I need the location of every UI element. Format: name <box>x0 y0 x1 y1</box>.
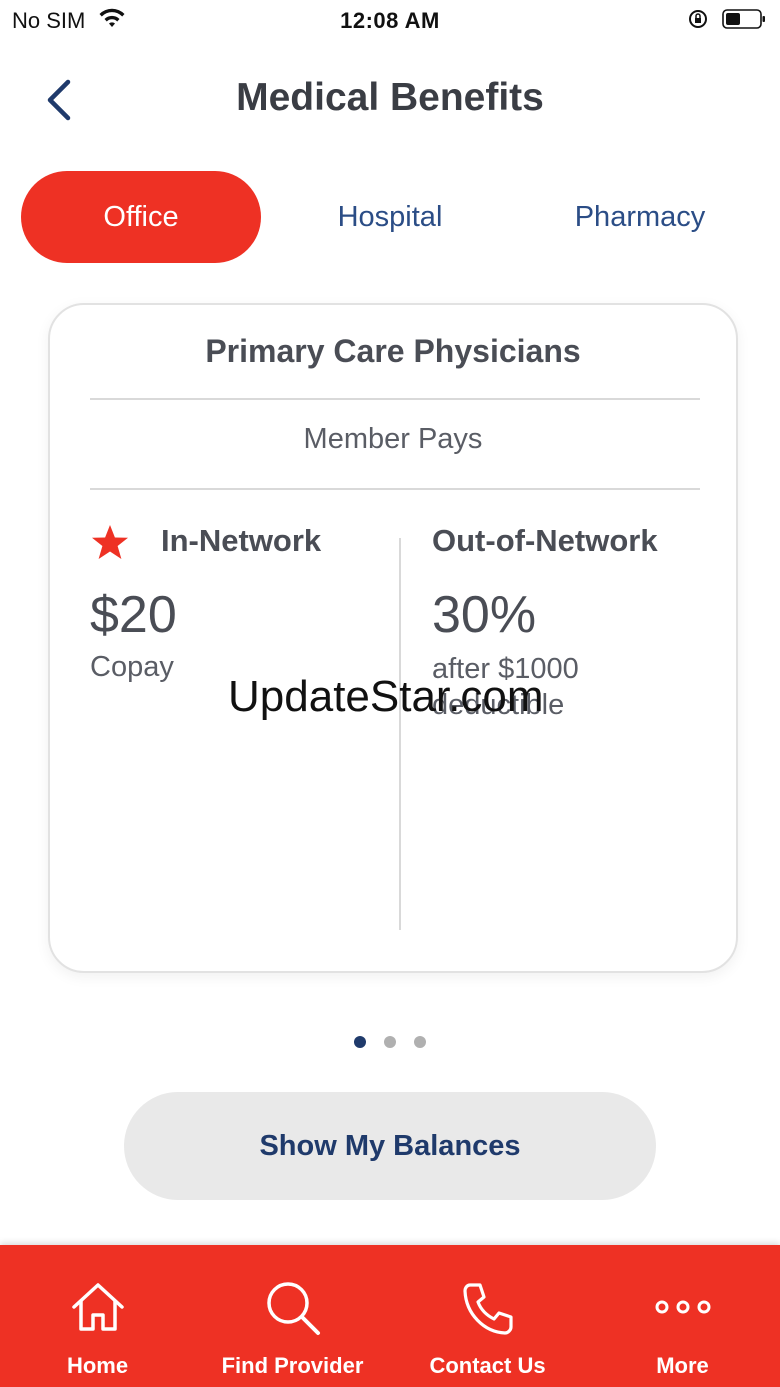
bottom-nav: Home Find Provider Contact Us More <box>0 1245 780 1387</box>
battery-icon <box>722 9 765 29</box>
home-icon <box>71 1283 124 1331</box>
nav-contact-us-label: Contact Us <box>429 1353 546 1378</box>
status-time: 12:08 AM <box>340 8 440 33</box>
pager-dot-3[interactable] <box>414 1036 426 1048</box>
tab-pharmacy[interactable]: Pharmacy <box>520 171 760 263</box>
out-of-network-label: Out-of-Network <box>432 523 658 558</box>
tab-office[interactable]: Office <box>21 171 261 263</box>
star-icon <box>92 525 128 559</box>
nav-find-provider-label: Find Provider <box>221 1353 364 1378</box>
in-network-label: In-Network <box>161 523 322 558</box>
orientation-lock-icon <box>689 10 707 28</box>
status-bar: No SIM 12:08 AM <box>0 0 780 40</box>
nav-home[interactable]: Home <box>0 1245 195 1387</box>
divider <box>90 488 700 490</box>
in-network-note: Copay <box>90 651 174 683</box>
nav-find-provider[interactable]: Find Provider <box>195 1245 390 1387</box>
divider <box>90 398 700 400</box>
card-title: Primary Care Physicians <box>205 333 581 369</box>
nav-more[interactable]: More <box>585 1245 780 1387</box>
column-divider <box>399 538 401 930</box>
search-icon <box>266 1282 320 1335</box>
phone-icon <box>462 1283 513 1335</box>
more-icon <box>655 1300 710 1314</box>
member-pays-label: Member Pays <box>303 423 483 455</box>
benefit-card: Primary Care Physicians Member Pays In-N… <box>48 303 738 973</box>
pager-dot-2[interactable] <box>384 1036 396 1048</box>
watermark-text: UpdateStar.com <box>228 672 544 721</box>
pager-dot-1[interactable] <box>354 1036 366 1048</box>
tab-hospital[interactable]: Hospital <box>270 171 510 263</box>
nav-home-label: Home <box>66 1353 129 1378</box>
out-of-network-amount: 30% <box>432 586 537 644</box>
page-title: Medical Benefits <box>236 76 544 119</box>
in-network-amount: $20 <box>90 586 177 644</box>
nav-contact-us[interactable]: Contact Us <box>390 1245 585 1387</box>
nav-more-label: More <box>656 1353 709 1378</box>
show-balances-button[interactable]: Show My Balances <box>124 1092 656 1200</box>
